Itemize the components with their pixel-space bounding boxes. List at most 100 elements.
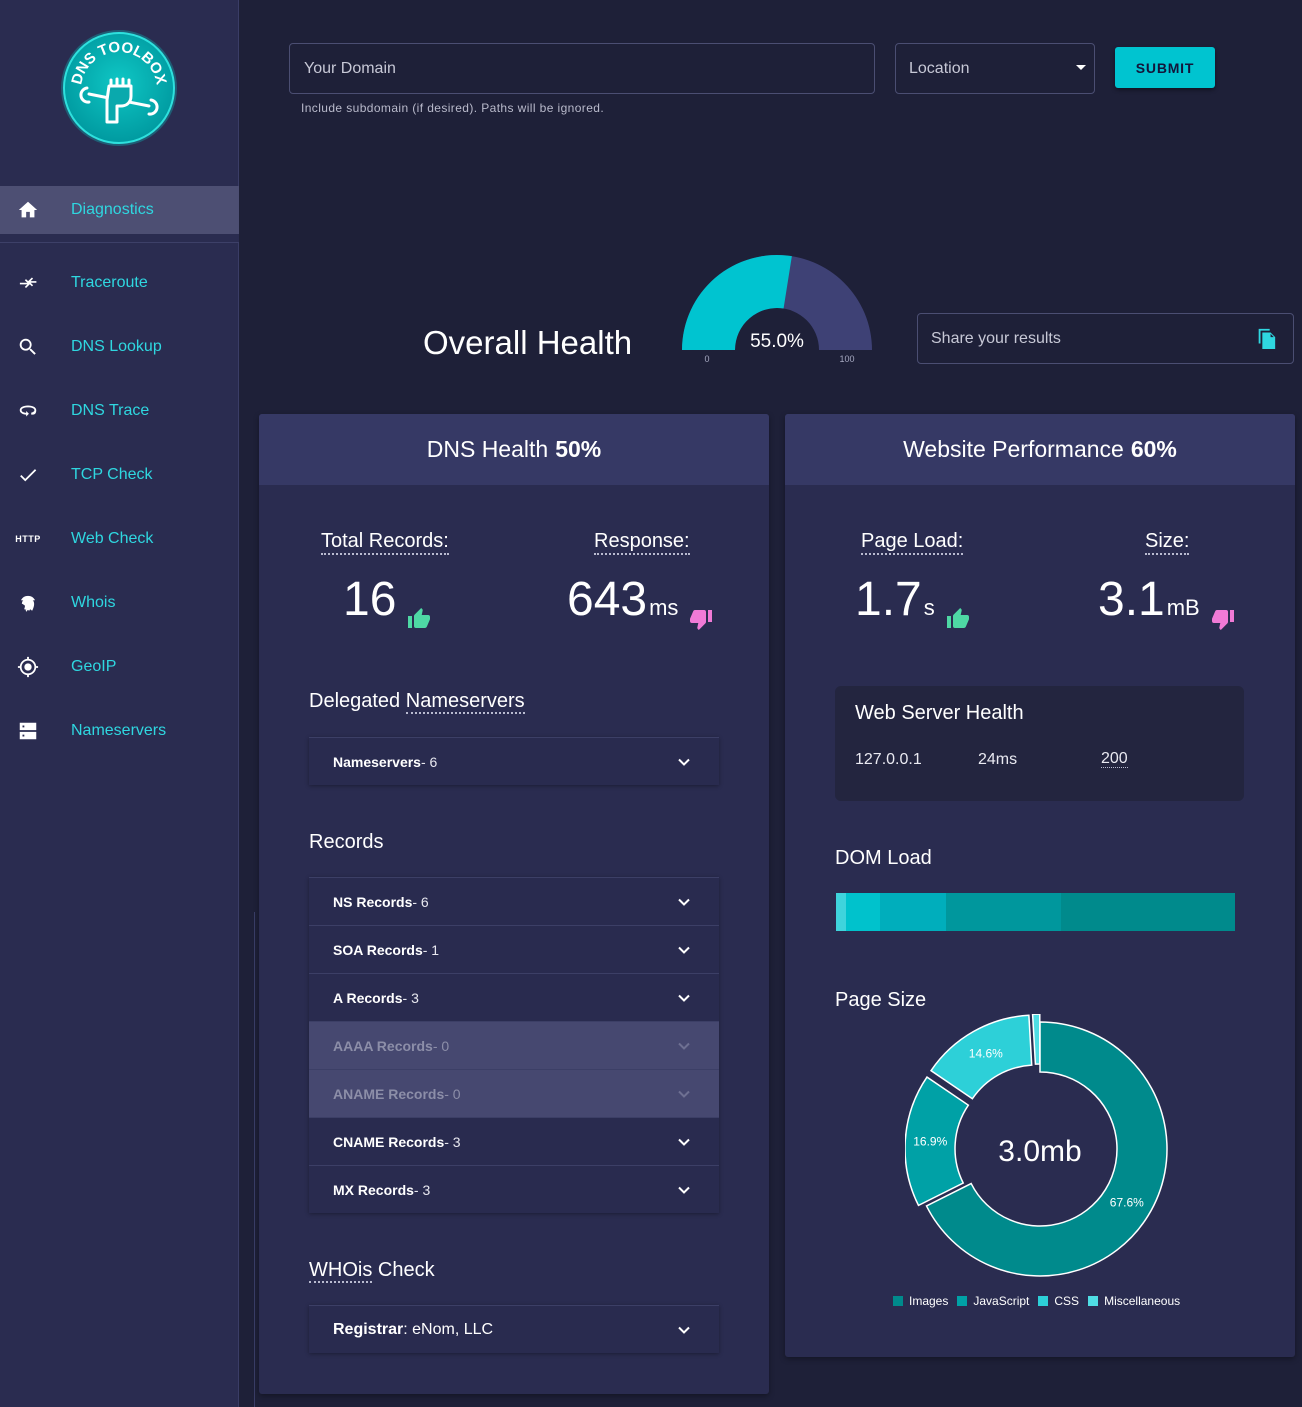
share-results-field[interactable]: Share your results xyxy=(917,313,1294,364)
legend-label: Miscellaneous xyxy=(1104,1294,1181,1308)
page-load-label[interactable]: Page Load: xyxy=(861,530,964,555)
search-icon xyxy=(16,335,40,359)
sidebar-item-web-check[interactable]: HTTP Web Check xyxy=(0,507,239,571)
web-server-health-box: Web Server Health 127.0.0.1 24ms 200 xyxy=(835,686,1244,801)
sidebar-item-label: Diagnostics xyxy=(71,201,154,218)
page-size-legend: Images JavaScript CSS Miscellaneous xyxy=(893,1294,1189,1308)
a-records-row[interactable]: A Records - 3 xyxy=(309,973,719,1021)
location-select[interactable]: Location xyxy=(895,43,1095,94)
thumb-up-icon xyxy=(945,588,971,628)
page-size-donut-chart: 67.6% 16.9% 14.6% 3.0mb xyxy=(904,1013,1175,1284)
size-stat: 3.1 mB xyxy=(1098,572,1236,630)
overall-health-gauge: 55.0% 0 100 xyxy=(680,252,874,364)
gauge-max-label: 100 xyxy=(839,354,854,364)
total-records-label[interactable]: Total Records: xyxy=(321,530,449,555)
dns-health-card: DNS Health 50% Total Records: 16 Respons… xyxy=(259,414,769,1394)
page-load-unit: s xyxy=(923,595,935,620)
caret-down-icon xyxy=(1076,65,1086,70)
donut-slice-label: 67.6% xyxy=(1110,1196,1144,1210)
size-unit: mB xyxy=(1166,595,1200,620)
nameservers-term[interactable]: Nameservers xyxy=(405,690,525,714)
sidebar-item-diagnostics[interactable]: Diagnostics xyxy=(0,186,239,242)
thumb-down-icon xyxy=(1210,588,1236,630)
website-performance-title: Website Performance xyxy=(903,436,1124,462)
legend-item-miscellaneous[interactable]: Miscellaneous xyxy=(1088,1294,1180,1308)
aname-records-row: ANAME Records - 0 xyxy=(309,1069,719,1117)
share-results-placeholder: Share your results xyxy=(931,329,1061,347)
total-records-value: 16 xyxy=(343,573,397,626)
sidebar-item-traceroute[interactable]: Traceroute xyxy=(0,251,239,315)
check-icon xyxy=(16,463,40,487)
dns-toolbox-logo[interactable]: DNS TOOLBOX xyxy=(59,28,179,148)
chevron-down-icon xyxy=(678,946,690,954)
sidebar-item-whois[interactable]: Whois xyxy=(0,571,239,635)
delegated-nameservers-title: Delegated Nameservers xyxy=(309,690,525,714)
sidebar-item-label: GeoIP xyxy=(71,658,117,675)
sidebar-item-dns-trace[interactable]: DNS Trace xyxy=(0,379,239,443)
response-stat: 643 ms xyxy=(567,572,714,630)
dom-load-segment-3 xyxy=(945,893,1062,931)
sidebar-item-dns-lookup[interactable]: DNS Lookup xyxy=(0,315,239,379)
legend-swatch xyxy=(957,1296,968,1306)
gauge-min-label: 0 xyxy=(704,354,709,364)
legend-item-css[interactable]: CSS xyxy=(1038,1294,1079,1308)
dom-load-segment-1 xyxy=(845,893,880,931)
mx-records-row[interactable]: MX Records - 3 xyxy=(309,1165,719,1213)
nav-divider xyxy=(0,242,239,243)
page-size-title: Page Size xyxy=(835,989,927,1011)
registrar-row[interactable]: Registrar: eNom, LLC xyxy=(309,1305,719,1353)
web-server-response-time: 24ms xyxy=(978,751,1018,768)
crosshair-icon xyxy=(16,655,40,679)
cname-records-row[interactable]: CNAME Records - 3 xyxy=(309,1117,719,1165)
web-server-status-code[interactable]: 200 xyxy=(1101,751,1128,768)
page-load-stat: 1.7 s xyxy=(855,572,971,628)
legend-item-images[interactable]: Images xyxy=(893,1294,948,1308)
donut-slice-label: 14.6% xyxy=(969,1046,1003,1060)
gauge-value-label: 55.0% xyxy=(750,331,804,352)
legend-label: Images xyxy=(909,1294,949,1308)
ns-records-row[interactable]: NS Records - 6 xyxy=(309,877,719,925)
http-icon: HTTP xyxy=(15,534,41,544)
records-title: Records xyxy=(309,831,384,853)
response-unit: ms xyxy=(649,595,679,620)
legend-swatch xyxy=(1088,1296,1099,1306)
web-server-health-title: Web Server Health xyxy=(855,702,1024,724)
location-select-text: Location xyxy=(909,59,970,77)
donut-slice-miscellaneous[interactable] xyxy=(1031,1013,1041,1065)
submit-button[interactable]: SUBMIT xyxy=(1115,47,1215,88)
chevron-down-icon xyxy=(678,898,690,906)
website-performance-card: Website Performance 60% Page Load: 1.7 s… xyxy=(785,414,1295,1357)
legend-item-javascript[interactable]: JavaScript xyxy=(957,1294,1029,1308)
soa-records-row[interactable]: SOA Records - 1 xyxy=(309,925,719,973)
sidebar-item-tcp-check[interactable]: TCP Check xyxy=(0,443,239,507)
sidebar-nav: Diagnostics Traceroute DNS Lookup DNS Tr… xyxy=(0,186,239,763)
chevron-down-icon xyxy=(678,1042,690,1050)
whois-check-title: WHOis Check xyxy=(309,1259,435,1283)
size-label[interactable]: Size: xyxy=(1145,530,1190,555)
dom-load-segment-2 xyxy=(879,893,946,931)
dns-health-header: DNS Health 50% xyxy=(259,414,769,485)
website-performance-score: 60% xyxy=(1130,436,1177,462)
sidebar-edge xyxy=(239,912,255,1407)
chevron-down-icon xyxy=(678,1090,690,1098)
whois-term[interactable]: WHOis xyxy=(309,1259,373,1283)
sidebar-item-label: Whois xyxy=(71,594,116,611)
sidebar-item-label: DNS Lookup xyxy=(71,338,162,355)
sidebar-item-nameservers[interactable]: Nameservers xyxy=(0,699,239,763)
records-panel: NS Records - 6 SOA Records - 1 A Records… xyxy=(309,877,719,1213)
copy-icon[interactable] xyxy=(1255,326,1277,350)
dom-load-bar xyxy=(836,893,1235,931)
domain-input[interactable] xyxy=(289,43,875,94)
sidebar-item-label: Nameservers xyxy=(71,722,167,739)
donut-center-label: 3.0mb xyxy=(998,1135,1081,1168)
legend-swatch xyxy=(1038,1296,1049,1306)
sidebar-item-geoip[interactable]: GeoIP xyxy=(0,635,239,699)
server-icon xyxy=(16,719,40,743)
legend-label: JavaScript xyxy=(973,1294,1030,1308)
overall-health-title: Overall Health xyxy=(423,324,633,361)
web-server-ip: 127.0.0.1 xyxy=(855,751,922,768)
nameservers-row[interactable]: Nameservers - 6 xyxy=(309,737,719,785)
response-label[interactable]: Response: xyxy=(594,530,690,555)
chevron-down-icon xyxy=(678,1186,690,1194)
donut-slice-label: 16.9% xyxy=(913,1135,947,1149)
